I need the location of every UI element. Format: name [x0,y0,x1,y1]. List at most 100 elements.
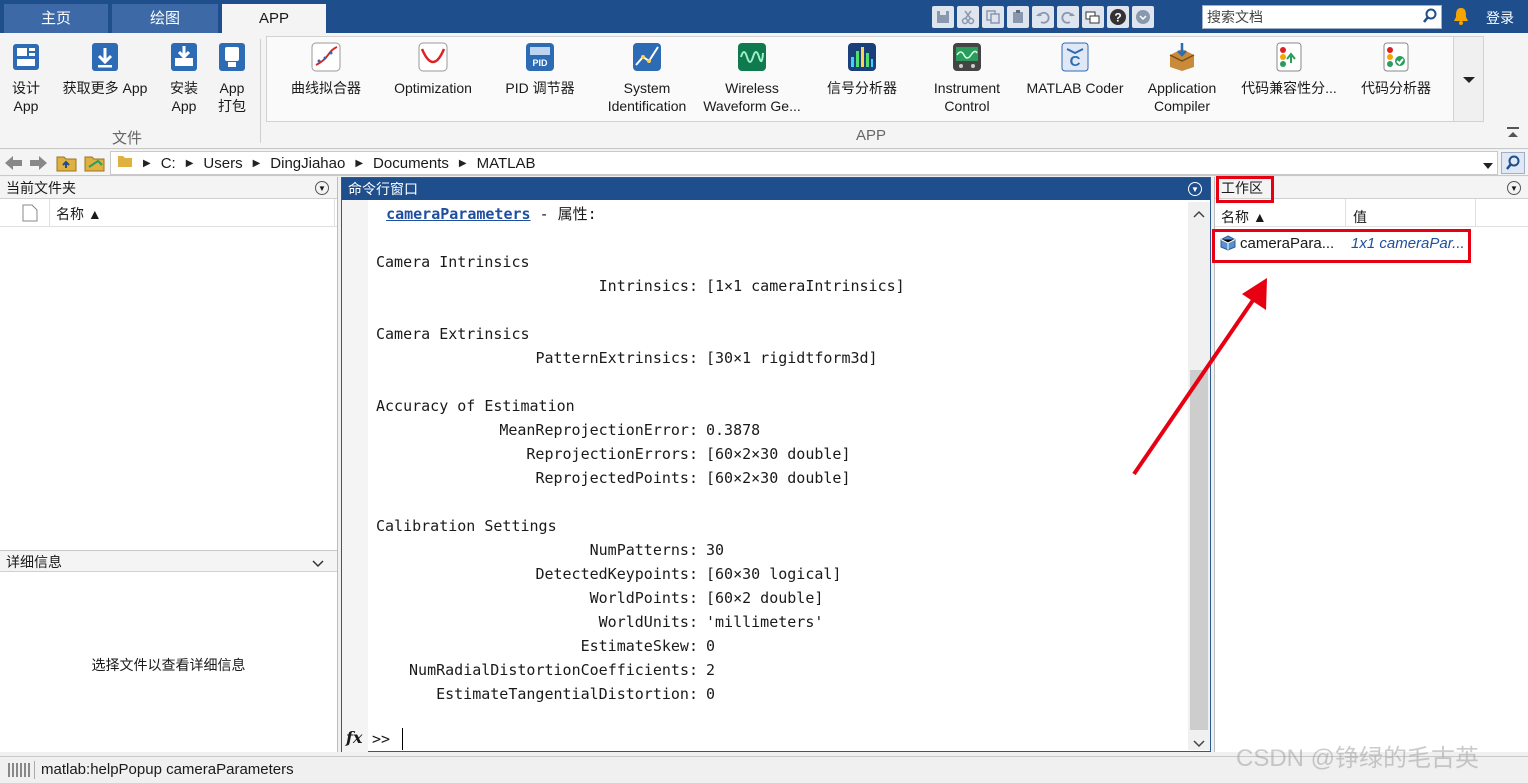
app-application-compiler[interactable]: Application Compiler [1134,41,1230,115]
get-more-apps-button[interactable]: 获取更多 App [56,41,154,97]
up-folder-icon[interactable] [56,153,78,176]
app-code-analyzer[interactable]: 代码分析器 [1350,41,1442,97]
command-input[interactable] [398,728,1178,750]
section-header-text: Calibration Settings [376,517,557,535]
wireless-waveform-icon [738,43,766,71]
collapse-ribbon-icon [1507,127,1519,137]
login-link[interactable]: 登录 [1486,8,1514,28]
function-browser-button[interactable]: fx [346,728,362,747]
app-code-compatibility-analyzer[interactable]: 代码兼容性分... [1240,41,1338,97]
crumb-users[interactable]: Users [203,155,242,172]
property-key: ReprojectedPoints: [535,469,698,487]
section-header-text: Camera Extrinsics [376,325,530,343]
details-collapse-icon[interactable] [312,556,324,572]
dropdown-circle-icon[interactable] [1132,6,1154,28]
path-search-button[interactable] [1501,152,1525,174]
camera-parameters-link[interactable]: cameraParameters [386,205,531,223]
address-bar: ▶ C: ▶ Users ▶ DingJiahao ▶ Documents ▶ … [0,150,1528,176]
scroll-down-icon[interactable] [1193,736,1205,752]
tab-home[interactable]: 主页 [4,4,108,33]
cut-icon[interactable] [957,6,979,28]
section-header: Accuracy of Estimation [368,394,1188,418]
status-grip-icon [8,763,30,777]
tab-plots[interactable]: 绘图 [112,4,218,33]
command-window-menu-icon[interactable]: ▼ [1188,182,1202,196]
paste-icon[interactable] [1007,6,1029,28]
current-path-field[interactable]: ▶ C: ▶ Users ▶ DingJiahao ▶ Documents ▶ … [110,151,1498,175]
app-signal-analyzer[interactable]: 信号分析器 [818,41,906,97]
pid-tuner-label: PID 调节器 [505,80,575,96]
command-window-title: 命令行窗口 [342,178,1210,200]
switch-windows-icon[interactable] [1082,6,1104,28]
crumb-separator: ▶ [143,157,151,169]
app-wireless-waveform-generator[interactable]: Wireless Waveform Ge... [702,41,802,115]
property-value: [60×30 logical] [706,565,842,583]
app-curve-fitter[interactable]: 曲线拟合器 [280,41,372,97]
status-divider [34,761,35,779]
copy-icon[interactable] [982,6,1004,28]
watermark: CSDN @铮绿的毛古英 [1236,745,1480,772]
panel-menu-icon[interactable]: ▼ [315,181,329,195]
package-app-label-1: App [219,80,245,96]
property-line: WorldUnits: 'millimeters' [368,610,1188,634]
help-icon[interactable]: ? [1107,6,1129,28]
name-column-header[interactable]: 名称 ▲ [56,204,102,224]
workspace-value-column[interactable]: 值 [1353,207,1367,227]
property-key: EstimateTangentialDistortion: [436,685,698,703]
status-text: matlab:helpPopup cameraParameters [41,761,294,778]
details-title: 详细信息 [0,550,337,572]
property-key: ReprojectionErrors: [526,445,698,463]
design-app-label-2: App [13,98,39,114]
crumb-user[interactable]: DingJiahao [270,155,345,172]
app-pid-tuner[interactable]: PID PID 调节器 [494,41,586,97]
search-documentation-input[interactable]: 搜索文档 [1202,5,1442,29]
forward-arrow-icon[interactable] [29,154,49,175]
app-system-identification[interactable]: System Identification [596,41,698,115]
property-key: MeanReprojectionError: [499,421,698,439]
crumb-matlab[interactable]: MATLAB [477,155,536,172]
get-more-apps-label: 获取更多 App [62,80,148,96]
design-app-icon [13,44,39,70]
tab-apps[interactable]: APP [222,4,326,33]
section-header: Camera Extrinsics [368,322,1188,346]
application-compiler-label-1: Application [1147,80,1217,96]
scroll-up-icon[interactable] [1193,206,1205,222]
property-line: Intrinsics: [1×1 cameraIntrinsics] [368,274,1188,298]
back-arrow-icon[interactable] [3,154,23,175]
property-value: [30×1 rigidtform3d] [706,349,878,367]
search-icon[interactable] [1422,8,1438,30]
crumb-drive[interactable]: C: [161,155,176,172]
notification-bell-icon[interactable] [1452,6,1470,29]
design-app-button[interactable]: 设计 App [6,41,46,115]
property-key: WorldPoints: [589,589,698,607]
properties-suffix: - 属性: [530,205,597,223]
output-blank-line [368,490,1188,514]
undo-icon[interactable] [1032,6,1054,28]
gallery-expand-button[interactable] [1453,37,1483,121]
file-list-header: 名称 ▲ [0,199,337,227]
crumb-documents[interactable]: Documents [373,155,449,172]
browse-folder-icon[interactable] [84,153,106,176]
command-margin [342,200,368,752]
save-icon[interactable] [932,6,954,28]
app-matlab-coder[interactable]: C MATLAB Coder [1024,41,1126,97]
redo-icon[interactable] [1057,6,1079,28]
instrument-control-label-2: Control [944,98,990,114]
workspace-name-column[interactable]: 名称 ▲ [1221,207,1267,227]
path-dropdown-icon[interactable] [1483,157,1493,174]
details-message: 选择文件以查看详细信息 [91,657,246,673]
pid-tuner-icon: PID [526,43,554,71]
command-prompt-line: fx >> [342,726,1187,752]
package-app-button[interactable]: App 打包 [212,41,252,115]
app-instrument-control[interactable]: Instrument Control [920,41,1014,115]
search-placeholder: 搜索文档 [1207,9,1263,25]
application-compiler-icon [1169,43,1195,71]
collapse-ribbon-button[interactable] [1506,125,1520,144]
annotation-highlight-variable [1212,229,1471,263]
workspace-menu-icon[interactable]: ▼ [1507,181,1521,195]
svg-text:C: C [1070,53,1081,70]
app-optimization[interactable]: Optimization [384,41,482,97]
section-header: Calibration Settings [368,514,1188,538]
install-app-button[interactable]: 安装 App [164,41,204,115]
file-type-column-header[interactable] [0,199,50,227]
